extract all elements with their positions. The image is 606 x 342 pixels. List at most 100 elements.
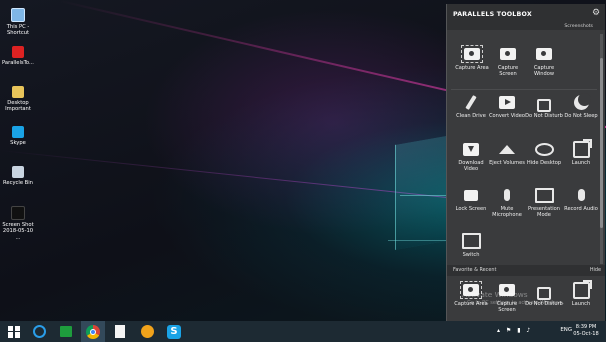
tool-launch[interactable]: Launch: [562, 138, 600, 166]
tool-capture-area[interactable]: Capture Area: [453, 45, 491, 71]
tool-download-video[interactable]: Download Video: [452, 141, 490, 172]
presentation-icon: [534, 187, 554, 203]
skype-icon: [12, 126, 24, 138]
tool-label: Do Not Sleep: [564, 113, 598, 119]
skype-icon: S: [167, 324, 181, 339]
favorite-launch[interactable]: Launch: [562, 279, 600, 307]
tool-label: Capture Window: [533, 65, 555, 78]
tool-label: Eject Volumes: [489, 160, 525, 166]
tool-label: Capture Screen: [497, 65, 519, 78]
tool-convert-video[interactable]: Convert Video: [488, 94, 526, 119]
tool-do-not-sleep[interactable]: Do Not Sleep: [562, 92, 600, 119]
clock[interactable]: 8:39 PM 05-Oct-18: [572, 324, 600, 338]
toolbox-header: PARALLELS TOOLBOX ⚙ Screenshots: [447, 4, 605, 30]
desktop-icon-skype[interactable]: Skype: [1, 126, 35, 146]
launch-icon: [572, 279, 592, 299]
language-indicator[interactable]: ENG: [560, 327, 572, 333]
internet-explorer-icon: [32, 325, 46, 338]
activate-windows-watermark: Activate Windows: [462, 290, 528, 299]
desktop-icon-folder[interactable]: Desktop Important: [1, 86, 35, 113]
taskbar-file[interactable]: [108, 321, 132, 342]
desktop-icon-label: ParallelsTo...: [2, 60, 34, 66]
store-icon: [60, 326, 72, 337]
divider: [451, 89, 597, 90]
tool-presentation-mode[interactable]: Presentation Mode: [525, 187, 563, 218]
hide-favorites-button[interactable]: Hide: [590, 267, 601, 273]
moon-icon: [572, 92, 591, 110]
gear-icon[interactable]: ⚙: [591, 8, 601, 18]
tool-lock-screen[interactable]: Lock Screen: [452, 187, 490, 212]
tool-capture-window[interactable]: Capture Window: [525, 46, 563, 77]
video-icon: [498, 94, 517, 110]
desktop-icon-label: This PC - Shortcut: [6, 24, 30, 37]
tool-label: Record Audio: [564, 206, 598, 212]
favorites-header: Favorite & Recent Hide: [447, 265, 605, 276]
wallpaper-line: [388, 240, 448, 241]
start-button[interactable]: [2, 321, 26, 342]
desktop-icon-recycle-bin[interactable]: Recycle Bin: [1, 166, 35, 186]
tool-hide-desktop[interactable]: Hide Desktop: [525, 141, 563, 166]
desktop-icon-label: Screen Shot 2018-05-10 ...: [2, 222, 34, 241]
file-icon: [115, 325, 125, 338]
tool-record-audio[interactable]: Record Audio: [562, 187, 600, 212]
clock-date: 05-Oct-18: [573, 331, 599, 337]
tool-clean-drive[interactable]: Clean Drive: [452, 94, 490, 119]
desktop-icon-label: Recycle Bin: [3, 180, 33, 186]
tool-label: Capture Area: [455, 65, 489, 71]
section-label: Screenshots: [564, 24, 593, 29]
tool-label: Clean Drive: [456, 113, 486, 119]
tool-label: Lock Screen: [455, 206, 487, 212]
desktop-icon-label: Skype: [10, 140, 26, 146]
tool-label: Switch: [462, 252, 480, 258]
clock-time: 8:39 PM: [575, 324, 597, 330]
taskbar-chrome[interactable]: [81, 321, 105, 342]
eye-icon: [534, 141, 554, 157]
tool-capture-screen[interactable]: Capture Screen: [489, 46, 527, 77]
lock-screen-icon: [462, 187, 481, 203]
switch-icon: [461, 233, 481, 249]
taskbar: S ▴ ⚑ ▮ ♪ ENG 8:39 PM 05-Oct-18: [0, 321, 606, 342]
taskbar-store[interactable]: [54, 321, 78, 342]
record-audio-icon: [572, 187, 591, 203]
desktop-icon-parallels[interactable]: ParallelsTo...: [1, 46, 35, 66]
tool-label: Do Not Disturb: [525, 113, 563, 119]
screenshot-tools: Capture Area Capture Screen Capture Wind…: [447, 36, 601, 88]
system-tray-icons[interactable]: ▴ ⚑ ▮ ♪: [497, 327, 532, 334]
toolbox-title: PARALLELS TOOLBOX: [453, 11, 532, 18]
launch-icon: [572, 138, 592, 158]
recycle-bin-icon: [12, 166, 24, 178]
microphone-icon: [498, 187, 517, 203]
parallels-toolbox-panel: PARALLELS TOOLBOX ⚙ Screenshots Capture …: [446, 4, 605, 321]
scrollbar-thumb[interactable]: [600, 58, 603, 228]
eject-icon: [498, 141, 517, 157]
screenshot-file-icon: [11, 206, 25, 220]
toolbox-scrollbar[interactable]: [600, 34, 603, 264]
tool-label: Hide Desktop: [526, 160, 562, 166]
coin-icon: [140, 325, 154, 338]
tool-label: Convert Video: [488, 113, 526, 119]
taskbar-internet-explorer[interactable]: [27, 321, 51, 342]
taskbar-skype[interactable]: S: [162, 321, 186, 342]
download-icon: [462, 141, 481, 157]
start-icon: [8, 325, 20, 338]
taskbar-coin-app[interactable]: [135, 321, 159, 342]
lock-icon: [535, 282, 554, 300]
tool-eject-volumes[interactable]: Eject Volumes: [488, 141, 526, 166]
tool-label: Presentation Mode: [528, 206, 560, 219]
computer-icon: [11, 8, 25, 22]
tool-label: Mute Microphone: [492, 206, 522, 219]
wallpaper-line: [400, 195, 450, 196]
chrome-icon: [86, 324, 100, 339]
tool-switch[interactable]: Switch: [452, 233, 490, 258]
desktop-icon-this-pc[interactable]: This PC - Shortcut: [1, 8, 35, 37]
favorites-title: Favorite & Recent: [453, 267, 497, 273]
lock-icon: [535, 94, 554, 112]
tool-do-not-disturb[interactable]: Do Not Disturb: [525, 94, 563, 119]
tool-label: Launch: [571, 160, 591, 166]
desktop-icon-screenshot[interactable]: Screen Shot 2018-05-10 ...: [1, 206, 35, 241]
folder-icon: [12, 86, 24, 98]
desktop-icon-label: Desktop Important: [5, 100, 31, 113]
tool-mute-microphone[interactable]: Mute Microphone: [488, 187, 526, 218]
tool-label: Launch: [571, 301, 591, 307]
wallpaper-light-beam: [0, 150, 458, 200]
